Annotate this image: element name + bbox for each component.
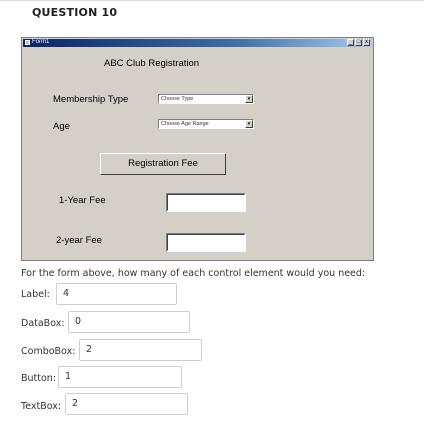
label-count-label: Label:	[21, 289, 50, 300]
label-count-input[interactable]: 4	[56, 283, 177, 305]
registration-fee-button[interactable]: Registration Fee	[100, 153, 226, 175]
databox-count-label: DataBox:	[21, 318, 65, 329]
two-year-fee-label: 2-year Fee	[56, 235, 102, 246]
button-count-input[interactable]: 1	[58, 366, 182, 388]
one-year-fee-textbox[interactable]	[166, 193, 246, 212]
minimize-button[interactable]: _	[347, 39, 354, 46]
databox-count-input[interactable]: 0	[68, 311, 190, 333]
one-year-fee-label: 1-Year Fee	[59, 195, 106, 206]
question-title: QUESTION 10	[32, 6, 118, 19]
button-count-label: Button:	[21, 373, 57, 384]
close-button[interactable]: x	[363, 39, 370, 46]
membership-type-label: Membership Type	[53, 94, 129, 105]
age-range-combobox-text: Choose Age Range	[161, 121, 209, 127]
age-label: Age	[53, 121, 70, 132]
chevron-down-icon[interactable]: ▾	[245, 120, 253, 128]
chevron-down-icon[interactable]: ▾	[245, 95, 253, 103]
form-heading: ABC Club Registration	[104, 58, 200, 69]
top-divider	[0, 0, 424, 1]
textbox-count-label: TextBox:	[21, 401, 62, 412]
two-year-fee-textbox[interactable]	[166, 233, 246, 252]
age-range-combobox[interactable]: Choose Age Range ▾	[158, 119, 254, 129]
form-window: Form1 _ □ x ABC Club Registration Member…	[21, 37, 374, 261]
question-prompt: For the form above, how many of each con…	[21, 268, 366, 279]
window-controls: _ □ x	[347, 39, 370, 46]
membership-type-combobox-text: Choose Type	[161, 96, 194, 102]
window-title: Form1	[32, 39, 50, 45]
app-icon	[25, 40, 30, 45]
textbox-count-input[interactable]: 2	[65, 393, 188, 415]
window-titlebar[interactable]: Form1 _ □ x	[23, 39, 372, 47]
maximize-button[interactable]: □	[355, 39, 362, 46]
combobox-count-input[interactable]: 2	[79, 339, 202, 361]
membership-type-combobox[interactable]: Choose Type ▾	[158, 94, 254, 104]
combobox-count-label: ComboBox:	[21, 346, 76, 357]
